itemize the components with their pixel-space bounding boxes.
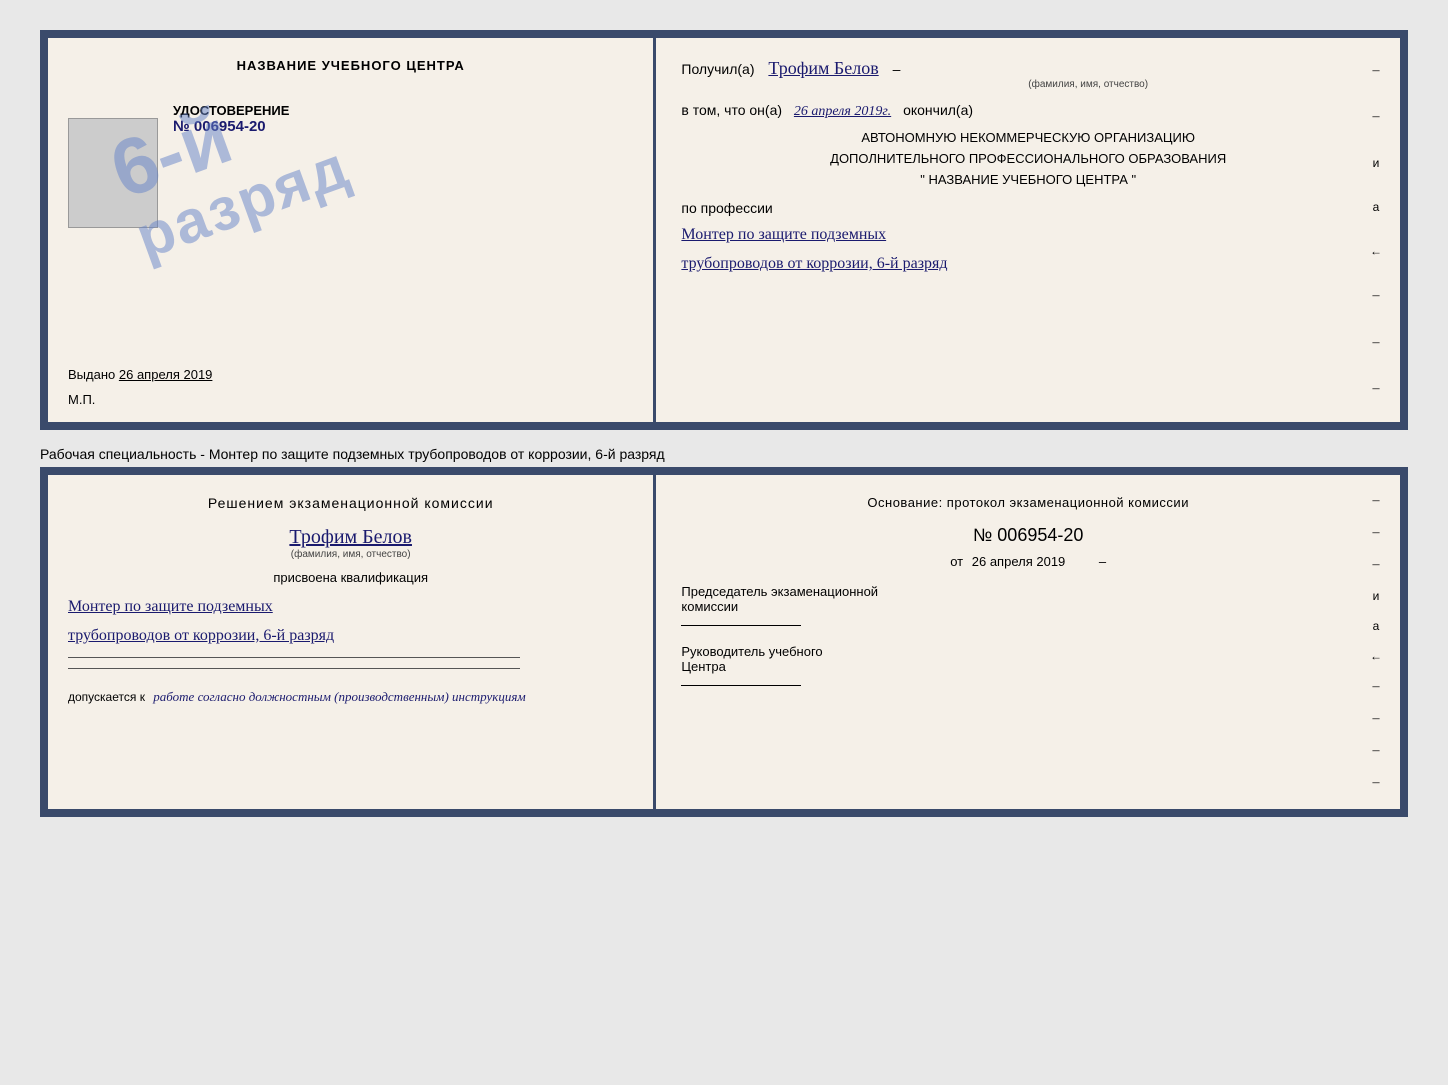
dopuskaetsya-text: работе согласно должностным (производств…: [153, 689, 525, 704]
edge-label-1: –: [1372, 63, 1379, 79]
diploma-right: Получил(а) Трофим Белов – (фамилия, имя,…: [656, 38, 1400, 422]
profession-block: Монтер по защите подземных трубопроводов…: [681, 221, 1375, 279]
resheniem-title: Решением экзаменационной комиссии: [68, 495, 633, 511]
bottom-name-block: Трофим Белов (фамилия, имя, отчество): [68, 526, 633, 560]
bottom-right: Основание: протокол экзаменационной коми…: [656, 475, 1400, 809]
edge-label-a: а: [1373, 200, 1380, 214]
bottom-right-edge-labels: – – – и а ← – – – –: [1370, 485, 1382, 799]
dopuskaetsya-block: допускается к работе согласно должностны…: [68, 689, 633, 705]
between-text-content: Рабочая специальность - Монтер по защите…: [40, 446, 665, 462]
po-professii-label: по профессии: [681, 200, 1375, 216]
diploma-container: НАЗВАНИЕ УЧЕБНОГО ЦЕНТРА УДОСТОВЕРЕНИЕ №…: [40, 30, 1408, 430]
b-edge-6: –: [1372, 743, 1379, 759]
b-edge-7: –: [1372, 775, 1379, 791]
recipient-name: Трофим Белов: [768, 58, 878, 78]
rukovoditel-line2: Центра: [681, 659, 1375, 674]
diploma-number: № 006954-20: [173, 118, 633, 135]
vydano-date: 26 апреля 2019: [119, 367, 213, 382]
b-edge-3: –: [1372, 557, 1379, 573]
bottom-qualification-block: Монтер по защите подземных трубопроводов…: [68, 593, 633, 651]
rukovoditel-signature: [681, 685, 801, 686]
v-tom-line: в том, что он(а) 26 апреля 2019г. окончи…: [681, 102, 1375, 120]
mp-label: М.П.: [68, 392, 95, 407]
predsedatel-block: Председатель экзаменационной комиссии: [681, 584, 1375, 629]
bottom-nomer: № 006954-20: [681, 525, 1375, 546]
right-edge-labels: – – и а ← – – –: [1370, 48, 1382, 412]
edge-label-4: –: [1372, 335, 1379, 351]
predsedatel-signature: [681, 625, 801, 626]
org-line3: " НАЗВАНИЕ УЧЕБНОГО ЦЕНТРА ": [681, 170, 1375, 191]
prisvoena-line: присвоена квалификация: [68, 570, 633, 585]
ot-dash: –: [1099, 554, 1106, 569]
diploma-outer: НАЗВАНИЕ УЧЕБНОГО ЦЕНТРА УДОСТОВЕРЕНИЕ №…: [40, 30, 1408, 430]
edge-label-3: –: [1372, 288, 1379, 304]
bottom-container: Решением экзаменационной комиссии Трофим…: [40, 467, 1408, 817]
bottom-qual-line2: трубопроводов от коррозии, 6-й разряд: [68, 622, 633, 651]
b-edge-arrow: ←: [1370, 649, 1382, 663]
v-tom-label: в том, что он(а): [681, 102, 782, 118]
bottom-qual-line1: Монтер по защите подземных: [68, 593, 633, 622]
edge-label-arrow: ←: [1370, 244, 1382, 258]
b-edge-1: –: [1372, 493, 1379, 509]
org-name-block: АВТОНОМНУЮ НЕКОММЕРЧЕСКУЮ ОРГАНИЗАЦИЮ ДО…: [681, 128, 1375, 190]
vydano-label: Выдано: [68, 367, 115, 382]
ot-line: от 26 апреля 2019 –: [681, 554, 1375, 569]
bottom-fio-sublabel: (фамилия, имя, отчество): [68, 549, 633, 560]
b-edge-4: –: [1372, 679, 1379, 695]
predsedatel-line2: комиссии: [681, 599, 1375, 614]
org-line1: АВТОНОМНУЮ НЕКОММЕРЧЕСКУЮ ОРГАНИЗАЦИЮ: [681, 128, 1375, 149]
osnovanie-block: Основание: протокол экзаменационной коми…: [681, 495, 1375, 510]
poluchil-line: Получил(а) Трофим Белов – (фамилия, имя,…: [681, 58, 1375, 90]
org-line2: ДОПОЛНИТЕЛЬНОГО ПРОФЕССИОНАЛЬНОГО ОБРАЗО…: [681, 149, 1375, 170]
between-text: Рабочая специальность - Монтер по защите…: [40, 438, 1408, 467]
edge-label-5: –: [1372, 381, 1379, 397]
profession-line2: трубопроводов от коррозии, 6-й разряд: [681, 250, 1375, 279]
profession-line1: Монтер по защите подземных: [681, 221, 1375, 250]
b-edge-i: и: [1373, 589, 1380, 603]
rukovoditel-line1: Руководитель учебного: [681, 644, 1375, 659]
b-edge-2: –: [1372, 525, 1379, 541]
bottom-recipient-name: Трофим Белов: [289, 526, 412, 548]
okonchil-label: окончил(а): [903, 102, 973, 118]
fio-sublabel: (фамилия, имя, отчество): [801, 79, 1375, 90]
bottom-left: Решением экзаменационной комиссии Трофим…: [48, 475, 656, 809]
edge-label-i: и: [1373, 156, 1380, 170]
ot-label: от: [950, 554, 963, 569]
edge-label-2: –: [1372, 109, 1379, 125]
bottom-outer: Решением экзаменационной комиссии Трофим…: [40, 467, 1408, 817]
page-wrapper: НАЗВАНИЕ УЧЕБНОГО ЦЕНТРА УДОСТОВЕРЕНИЕ №…: [20, 20, 1428, 827]
diploma-title: НАЗВАНИЕ УЧЕБНОГО ЦЕНТРА: [68, 58, 633, 73]
dopuskaetsya-label: допускается к: [68, 690, 145, 704]
photo-placeholder: [68, 118, 158, 228]
b-edge-5: –: [1372, 711, 1379, 727]
ot-date: 26 апреля 2019: [972, 554, 1066, 569]
udostoverenie-block: УДОСТОВЕРЕНИЕ № 006954-20: [173, 103, 633, 135]
diploma-date: 26 апреля 2019г.: [794, 104, 891, 119]
b-edge-a: а: [1373, 619, 1380, 633]
vydano-block: Выдано 26 апреля 2019: [68, 367, 212, 382]
diploma-left: НАЗВАНИЕ УЧЕБНОГО ЦЕНТРА УДОСТОВЕРЕНИЕ №…: [48, 38, 656, 422]
predsedatel-line1: Председатель экзаменационной: [681, 584, 1375, 599]
rukovoditel-block: Руководитель учебного Центра: [681, 644, 1375, 689]
poluchil-label: Получил(а): [681, 61, 754, 77]
dash-1: –: [893, 61, 901, 77]
udostoverenie-label: УДОСТОВЕРЕНИЕ: [173, 103, 633, 118]
